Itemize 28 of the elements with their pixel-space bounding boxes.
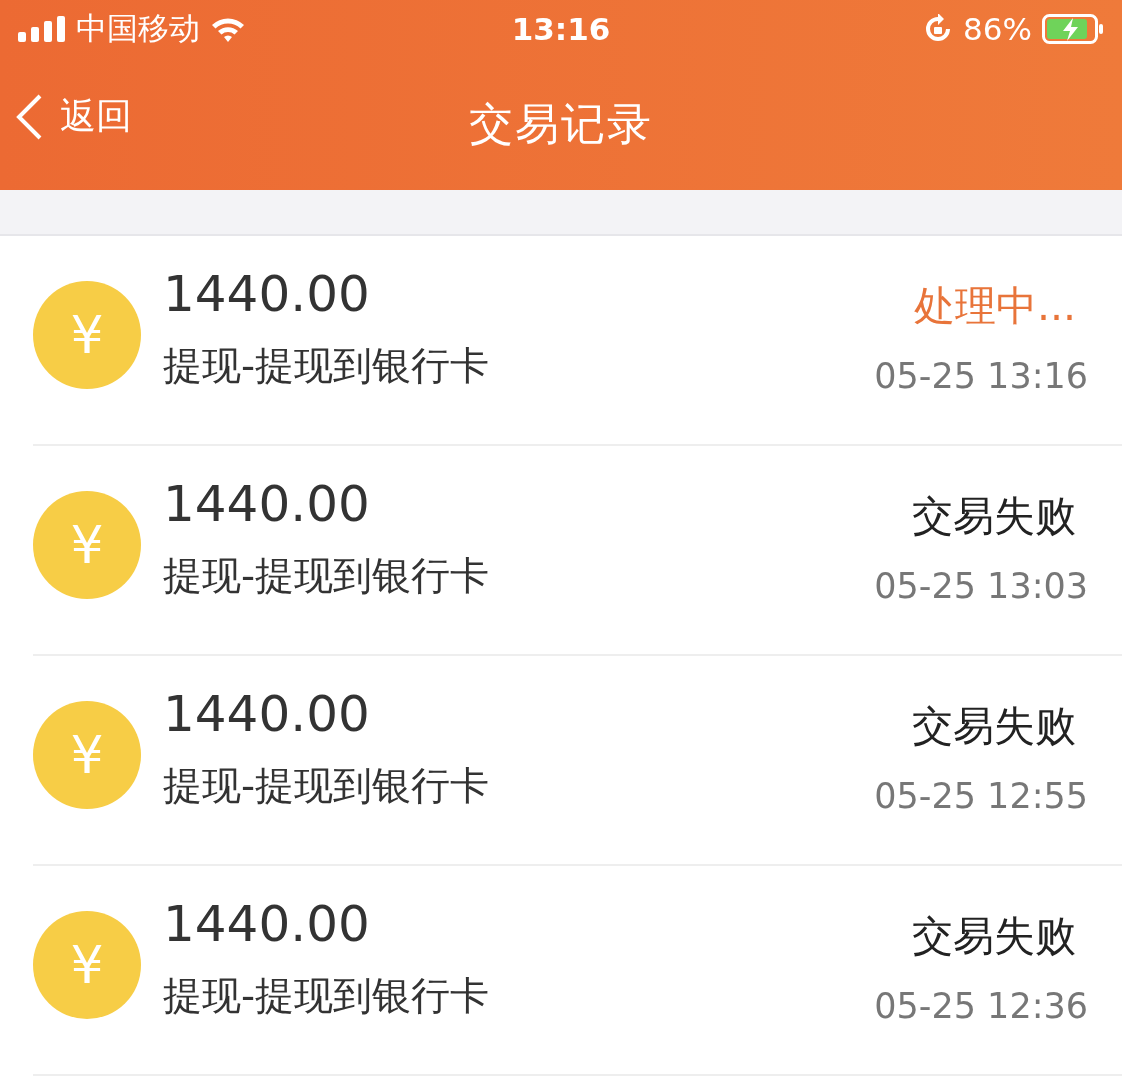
transaction-status: 交易失败 [912,490,1076,542]
transaction-time: 05-25 13:03 [874,565,1088,606]
transaction-status: 交易失败 [912,700,1076,752]
transaction-amount: 1440.00 [163,685,370,743]
transaction-time: 05-25 13:16 [874,355,1088,396]
back-button[interactable]: 返回 [16,92,132,141]
back-chevron-icon [16,93,42,140]
yuan-coin-icon: ¥ [33,281,141,389]
transaction-amount: 1440.00 [163,265,370,323]
transaction-amount: 1440.00 [163,895,370,953]
transaction-description: 提现-提现到银行卡 [163,972,490,1020]
transaction-time: 05-25 12:55 [874,775,1088,816]
yuan-coin-icon: ¥ [33,911,141,1019]
transaction-description: 提现-提现到银行卡 [163,342,490,390]
transaction-description: 提现-提现到银行卡 [163,762,490,810]
battery-charging-icon [1042,14,1104,44]
transaction-status: 交易失败 [912,910,1076,962]
transaction-status: 处理中... [913,280,1076,332]
page-title: 交易记录 [469,96,653,151]
battery-percent: 86% [963,11,1032,47]
clock-time: 13:16 [511,11,611,47]
carrier-name: 中国移动 [76,9,200,48]
transaction-amount: 1440.00 [163,475,370,533]
yuan-coin-icon: ¥ [33,491,141,599]
signal-icon [18,16,66,42]
transaction-description: 提现-提现到银行卡 [163,552,490,600]
yuan-coin-icon: ¥ [33,701,141,809]
transaction-time: 05-25 12:36 [874,985,1088,1026]
